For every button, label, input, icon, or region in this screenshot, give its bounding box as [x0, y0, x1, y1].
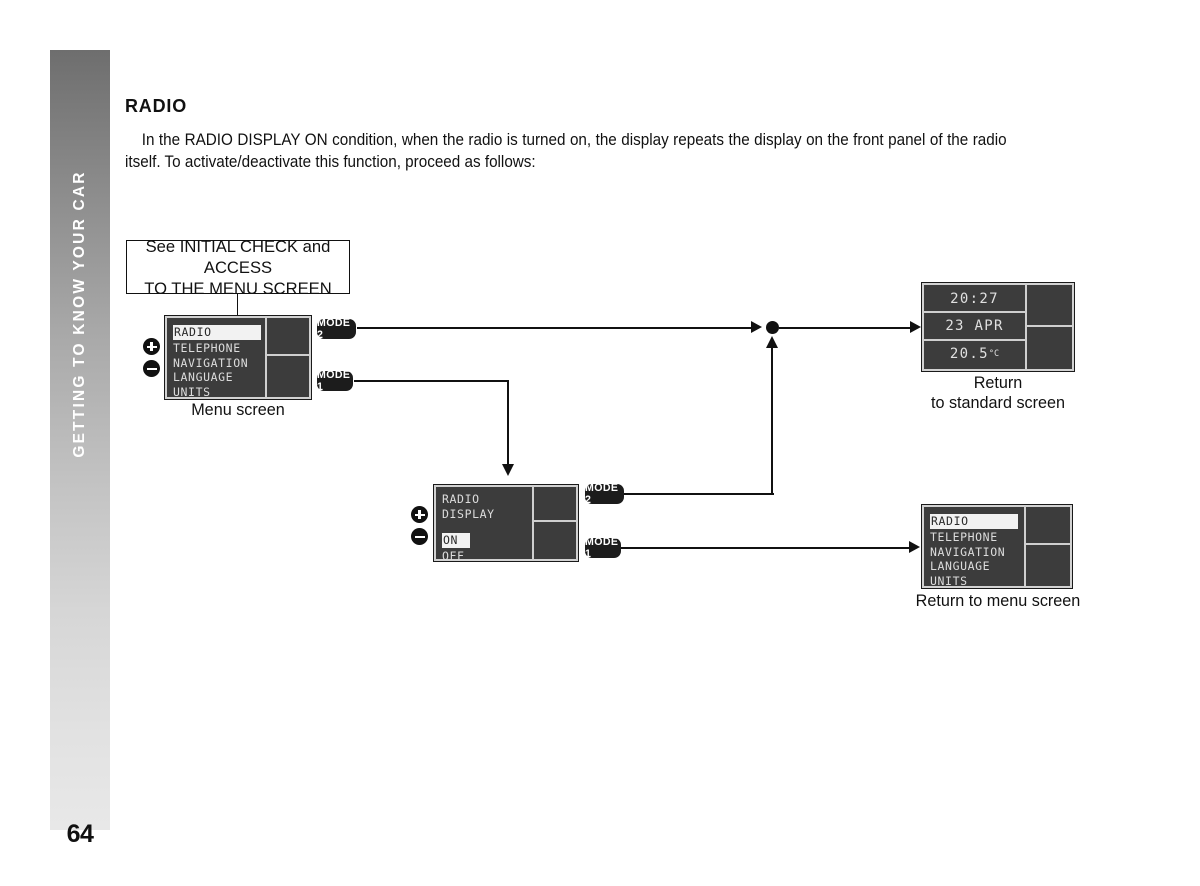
standard-screen-vertical-divider	[1025, 285, 1027, 369]
temperature-value: 20.5	[949, 346, 989, 362]
body-paragraph: In the RADIO DISPLAY ON condition, when …	[125, 129, 1007, 173]
menu-item-label: NAVIGATION	[930, 544, 1006, 559]
menu-item: RADIO	[930, 512, 1070, 530]
standard-screen-time: 20:27	[950, 291, 999, 307]
menu-screen-caption: Menu screen	[191, 401, 285, 419]
standard-screen-caption-line-2: to standard screen	[930, 394, 1066, 412]
flow-mode2-bottom-horizontal	[624, 493, 774, 496]
flow-mode1-bottom-horizontal	[621, 547, 911, 550]
menu-item-label: NAVIGATION	[173, 355, 249, 370]
mode-1-button-menu-screen[interactable]: MODE 1	[317, 369, 353, 393]
return-menu-item-list: RADIO TELEPHONE NAVIGATION LANGUAGE UNIT…	[930, 512, 1070, 588]
initial-check-note-box: See INITIAL CHECK and ACCESS TO THE MENU…	[126, 237, 350, 298]
page-number: 64	[66, 820, 94, 848]
mode-2-button-radio-display[interactable]: MODE 2	[585, 482, 624, 506]
flow-mode2-bottom-vertical	[771, 348, 774, 495]
standard-screen-display: 20:27 23 APR 20.5 °C	[921, 282, 1075, 372]
flow-mode1-vertical	[507, 380, 510, 468]
flow-menu-to-junction	[357, 327, 751, 330]
temperature-unit: °C	[988, 349, 1000, 359]
menu-item-label: LANGUAGE	[173, 370, 234, 385]
menu-item-label: TELEPHONE	[930, 530, 998, 544]
note-box-connector	[237, 294, 239, 316]
menu-screen-inner: RADIO TELEPHONE NAVIGATION LANGUAGE UNIT…	[167, 318, 309, 399]
plus-icon[interactable]	[143, 338, 160, 355]
minus-icon[interactable]	[411, 528, 428, 545]
menu-screen-display: RADIO TELEPHONE NAVIGATION LANGUAGE UNIT…	[164, 315, 312, 400]
menu-item-label: RADIO	[930, 514, 1018, 529]
arrow-into-return-menu-screen	[909, 541, 920, 553]
standard-screen-date: 23 APR	[945, 318, 1004, 334]
flow-junction-to-standard-screen	[779, 327, 913, 330]
standard-screen-caption: Return to standard screen	[908, 373, 1088, 413]
standard-screen-right-divider	[1025, 325, 1072, 327]
page-title: RADIO	[125, 96, 187, 116]
mode-2-button-menu-screen[interactable]: MODE 2	[317, 317, 356, 341]
flow-junction-dot	[766, 321, 779, 334]
menu-item-label: RADIO	[173, 325, 261, 340]
return-menu-screen-inner: RADIO TELEPHONE NAVIGATION LANGUAGE UNIT…	[924, 507, 1070, 588]
standard-screen-temperature: 20.5 °C	[924, 341, 1025, 367]
radio-display-screen-inner: RADIO DISPLAY ON OFF	[436, 487, 576, 563]
radio-display-title-line-2: DISPLAY	[442, 506, 495, 521]
radio-display-option-label: ON	[442, 533, 470, 548]
radio-display-title-line-1: RADIO	[442, 492, 480, 506]
menu-item-label: UNITS	[930, 573, 968, 588]
radio-display-option[interactable]: ON	[442, 531, 576, 549]
mode-1-button-radio-display[interactable]: MODE 1	[585, 536, 621, 560]
minus-icon[interactable]	[143, 360, 160, 377]
chapter-label: GETTING TO KNOW YOUR CAR	[71, 170, 88, 458]
arrow-up-into-junction	[765, 336, 778, 348]
radio-display-option-list: ON OFF	[442, 531, 576, 564]
menu-item-label: TELEPHONE	[173, 341, 241, 355]
arrow-into-radio-display-screen	[501, 464, 514, 476]
menu-item-label: LANGUAGE	[930, 559, 991, 574]
menu-item-label: UNITS	[173, 384, 211, 399]
menu-screen-item-list: RADIO TELEPHONE NAVIGATION LANGUAGE UNIT…	[173, 323, 309, 399]
arrow-into-junction	[751, 321, 762, 333]
chapter-sidebar: GETTING TO KNOW YOUR CAR 64	[50, 50, 110, 848]
flow-mode1-horizontal	[354, 380, 509, 383]
paragraph-text: In the RADIO DISPLAY ON condition, when …	[125, 131, 1007, 171]
standard-screen-caption-line-1: Return	[973, 374, 1023, 392]
arrow-into-standard-screen	[910, 321, 921, 333]
radio-display-screen: RADIO DISPLAY ON OFF	[433, 484, 579, 563]
plus-icon[interactable]	[411, 506, 428, 523]
note-box-line-1: See INITIAL CHECK and ACCESS	[145, 236, 331, 277]
radio-display-title-block: RADIO DISPLAY	[442, 492, 576, 521]
return-menu-screen-caption: Return to menu screen	[915, 592, 1081, 610]
radio-display-option-label: OFF	[442, 549, 465, 563]
menu-item: RADIO	[173, 323, 309, 341]
return-menu-screen-display: RADIO TELEPHONE NAVIGATION LANGUAGE UNIT…	[921, 504, 1073, 589]
standard-screen-inner: 20:27 23 APR 20.5 °C	[924, 285, 1072, 369]
